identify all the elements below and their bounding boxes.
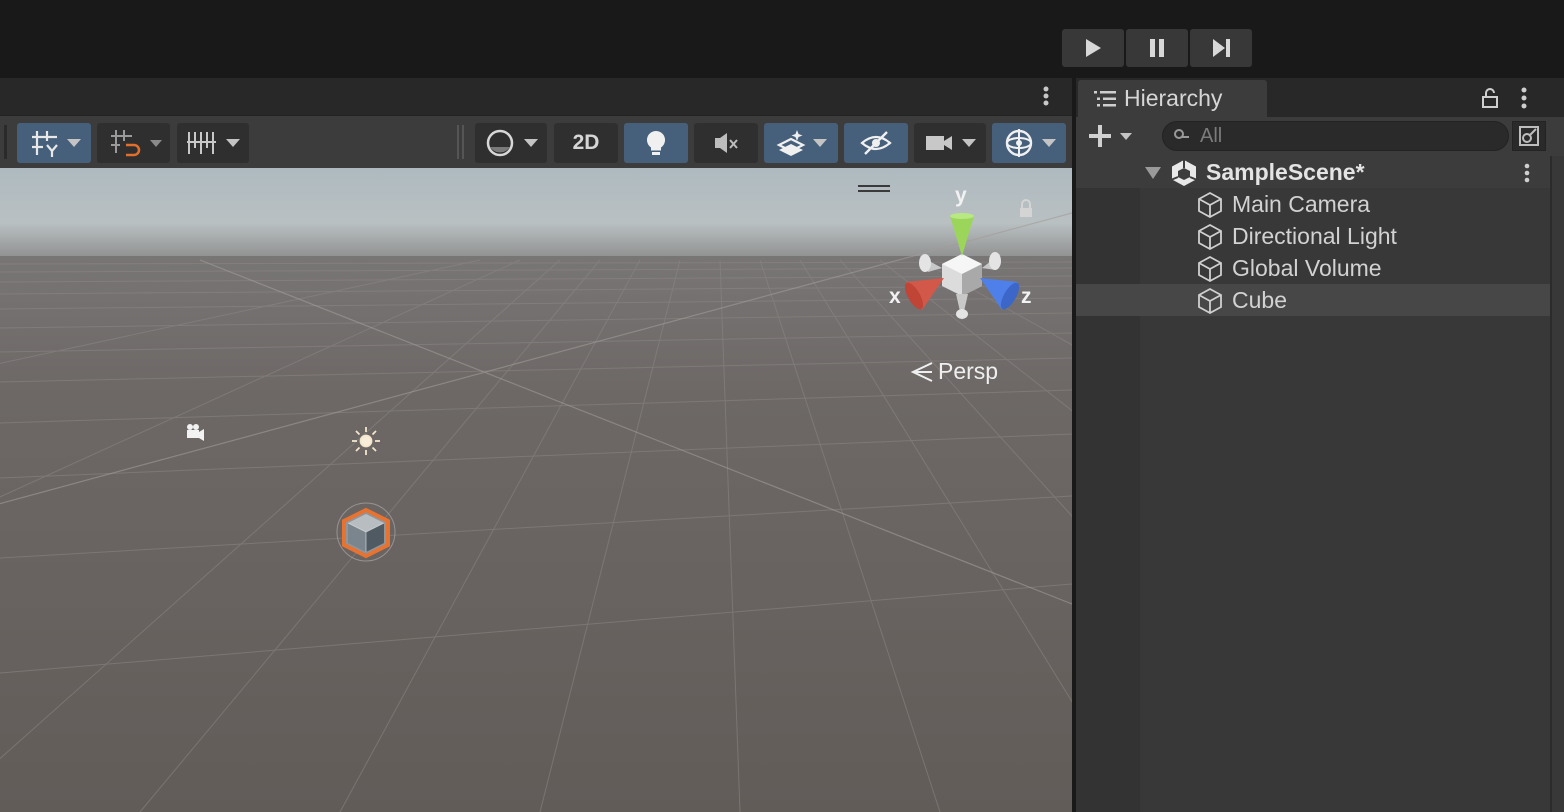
pause-icon [1150,39,1164,57]
chevron-down-icon[interactable] [149,139,162,147]
chevron-down-icon [1120,132,1132,140]
tab-hierarchy[interactable]: Hierarchy [1078,80,1267,117]
hierarchy-item-label: Global Volume [1232,255,1382,281]
toggle-2d-button[interactable]: 2D [554,123,618,163]
snap-increment-button[interactable] [97,123,170,163]
toolbar-divider [457,125,459,159]
effects-icon [776,130,806,156]
scene-search-icon [1519,126,1539,146]
scene-view-toolbar: 2D [0,115,1072,168]
snap-increment-icon [110,130,140,157]
skybox [0,168,1072,260]
camera-icon [926,136,952,150]
hierarchy-item-label: Cube [1232,287,1287,313]
audio-toggle-button[interactable] [694,123,758,163]
gameobject-cube-icon [1198,191,1222,219]
ground-plane [0,256,1072,812]
projection-label: Persp [938,358,999,384]
increment-ruler-button[interactable] [177,123,249,163]
light-gizmo-icon[interactable] [352,427,380,455]
chevron-down-icon[interactable] [813,139,827,147]
lighting-icon [646,130,666,155]
chevron-down-icon[interactable] [1042,139,1056,147]
shading-mode-icon [486,129,514,157]
hierarchy-search-input[interactable]: All [1162,121,1509,151]
play-button[interactable] [1062,29,1124,67]
audio-mute-icon [715,133,738,153]
expand-arrow-icon[interactable] [1144,166,1162,180]
shading-mode-button[interactable] [475,123,547,163]
hierarchy-indent-gutter [1076,188,1140,812]
more-options-icon[interactable] [1516,84,1532,112]
gizmo-y-label: y [955,184,967,207]
toolbar-divider [462,125,464,159]
scene-name: SampleScene* [1206,159,1365,185]
hierarchy-item-cube[interactable]: Cube [1076,284,1550,316]
scene-viewport[interactable]: y x z Persp [0,168,1072,812]
search-placeholder: All [1200,125,1223,147]
hierarchy-item-directional-light[interactable]: Directional Light [1140,220,1550,252]
chevron-down-icon[interactable] [962,139,976,147]
grid-snap-button[interactable] [17,123,91,163]
toolbar-divider [4,125,7,159]
chevron-down-icon[interactable] [67,139,81,147]
gameobject-cube-icon [1198,287,1222,315]
lock-icon[interactable] [1480,86,1500,110]
gizmo-x-label: x [889,285,901,308]
main-toolbar [0,0,1564,78]
toggle-2d-label: 2D [572,131,600,154]
hierarchy-scroll-edge [1550,156,1552,812]
gameobject-cube-icon [1198,223,1222,251]
hierarchy-item-main-camera[interactable]: Main Camera [1140,188,1550,220]
play-icon [1086,39,1101,57]
gizmo-z-label: z [1021,285,1032,308]
chevron-down-icon[interactable] [524,139,538,147]
search-icon [1174,129,1189,139]
hidden-objects-icon [860,131,892,155]
gizmos-icon [1005,129,1033,157]
perspective-icon [910,361,933,382]
hierarchy-item-label: Directional Light [1232,223,1397,249]
gizmos-button[interactable] [992,123,1066,163]
gameobject-cube-icon [1198,255,1222,283]
ruler-icon [187,132,216,154]
selected-cube-object[interactable] [336,502,396,562]
list-icon [1094,91,1116,107]
create-button[interactable] [1086,122,1132,150]
scene-visibility-button[interactable] [844,123,908,163]
tab-hierarchy-label: Hierarchy [1124,85,1223,111]
projection-toggle[interactable]: Persp [910,358,998,385]
more-options-icon[interactable] [1519,160,1535,186]
effects-button[interactable] [764,123,838,163]
scene-tab-bar [0,78,1072,115]
lighting-toggle-button[interactable] [624,123,688,163]
more-options-icon[interactable] [1038,84,1054,110]
plus-icon [1089,125,1111,147]
chevron-down-icon[interactable] [226,139,240,147]
grid-snap-icon [32,131,58,157]
camera-settings-button[interactable] [914,123,986,163]
pause-button[interactable] [1126,29,1188,67]
unity-scene-icon [1171,160,1197,186]
search-by-type-button[interactable] [1512,121,1546,151]
step-button[interactable] [1190,29,1252,67]
scene-row[interactable]: SampleScene* [1076,156,1550,188]
hierarchy-item-global-volume[interactable]: Global Volume [1140,252,1550,284]
hierarchy-item-label: Main Camera [1232,191,1371,217]
step-icon [1213,39,1230,57]
